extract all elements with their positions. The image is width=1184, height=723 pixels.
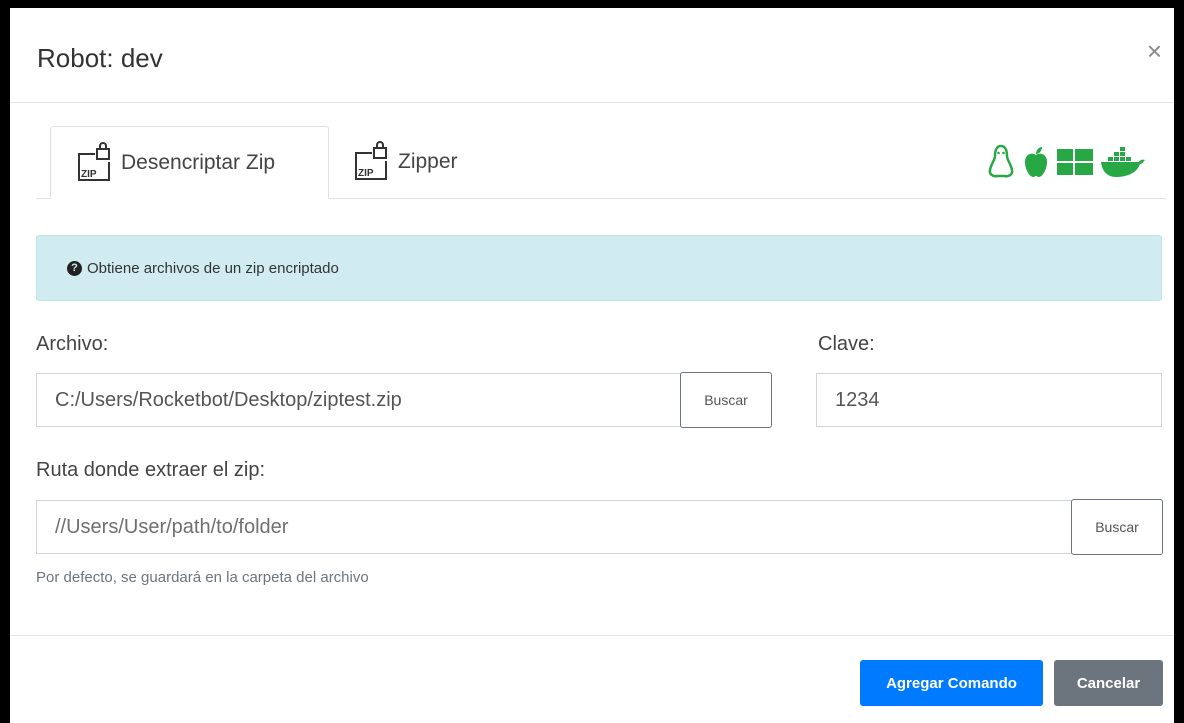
cancelar-button[interactable]: Cancelar: [1054, 660, 1163, 706]
tab-zipper[interactable]: ZIP Zipper: [332, 126, 492, 198]
windows-icon: [1057, 149, 1093, 175]
svg-text:ZIP: ZIP: [358, 168, 374, 179]
agregar-comando-button[interactable]: Agregar Comando: [860, 660, 1043, 706]
modal-header: Robot: dev ×: [10, 8, 1174, 103]
info-alert: ? Obtiene archivos de un zip encriptado: [36, 235, 1162, 301]
alert-text: Obtiene archivos de un zip encriptado: [87, 259, 339, 277]
clave-label: Clave:: [818, 333, 875, 355]
ruta-buscar-button[interactable]: Buscar: [1071, 499, 1163, 555]
tab-label: Desencriptar Zip: [121, 150, 276, 174]
docker-icon: [1101, 147, 1145, 177]
zip-lock-icon: ZIP: [78, 141, 110, 181]
archivo-label: Archivo:: [36, 333, 109, 355]
archivo-buscar-button[interactable]: Buscar: [680, 372, 772, 428]
footer-divider: [10, 635, 1174, 636]
robot-modal: Robot: dev × ZIP Desencriptar Zip ZIP Zi…: [10, 8, 1174, 723]
question-circle-icon: ?: [67, 260, 82, 276]
linux-icon: [988, 144, 1014, 178]
ruta-label: Ruta donde extraer el zip:: [36, 459, 266, 481]
ruta-help-text: Por defecto, se guardará en la carpeta d…: [36, 569, 369, 586]
apple-icon: [1025, 147, 1047, 177]
close-icon[interactable]: ×: [1147, 38, 1162, 64]
tab-bar: ZIP Desencriptar Zip ZIP Zipper: [36, 126, 1166, 199]
ruta-input[interactable]: //Users/User/path/to/folder: [36, 500, 1072, 554]
tab-label: Zipper: [398, 150, 458, 173]
zip-lock-icon: ZIP: [355, 141, 387, 180]
os-icons: [987, 144, 1146, 180]
svg-text:ZIP: ZIP: [81, 169, 97, 180]
clave-input[interactable]: 1234: [816, 373, 1162, 427]
modal-title: Robot: dev: [37, 43, 163, 73]
archivo-input[interactable]: C:/Users/Rocketbot/Desktop/ziptest.zip: [36, 373, 681, 427]
tab-desencriptar-zip[interactable]: ZIP Desencriptar Zip: [50, 126, 329, 199]
